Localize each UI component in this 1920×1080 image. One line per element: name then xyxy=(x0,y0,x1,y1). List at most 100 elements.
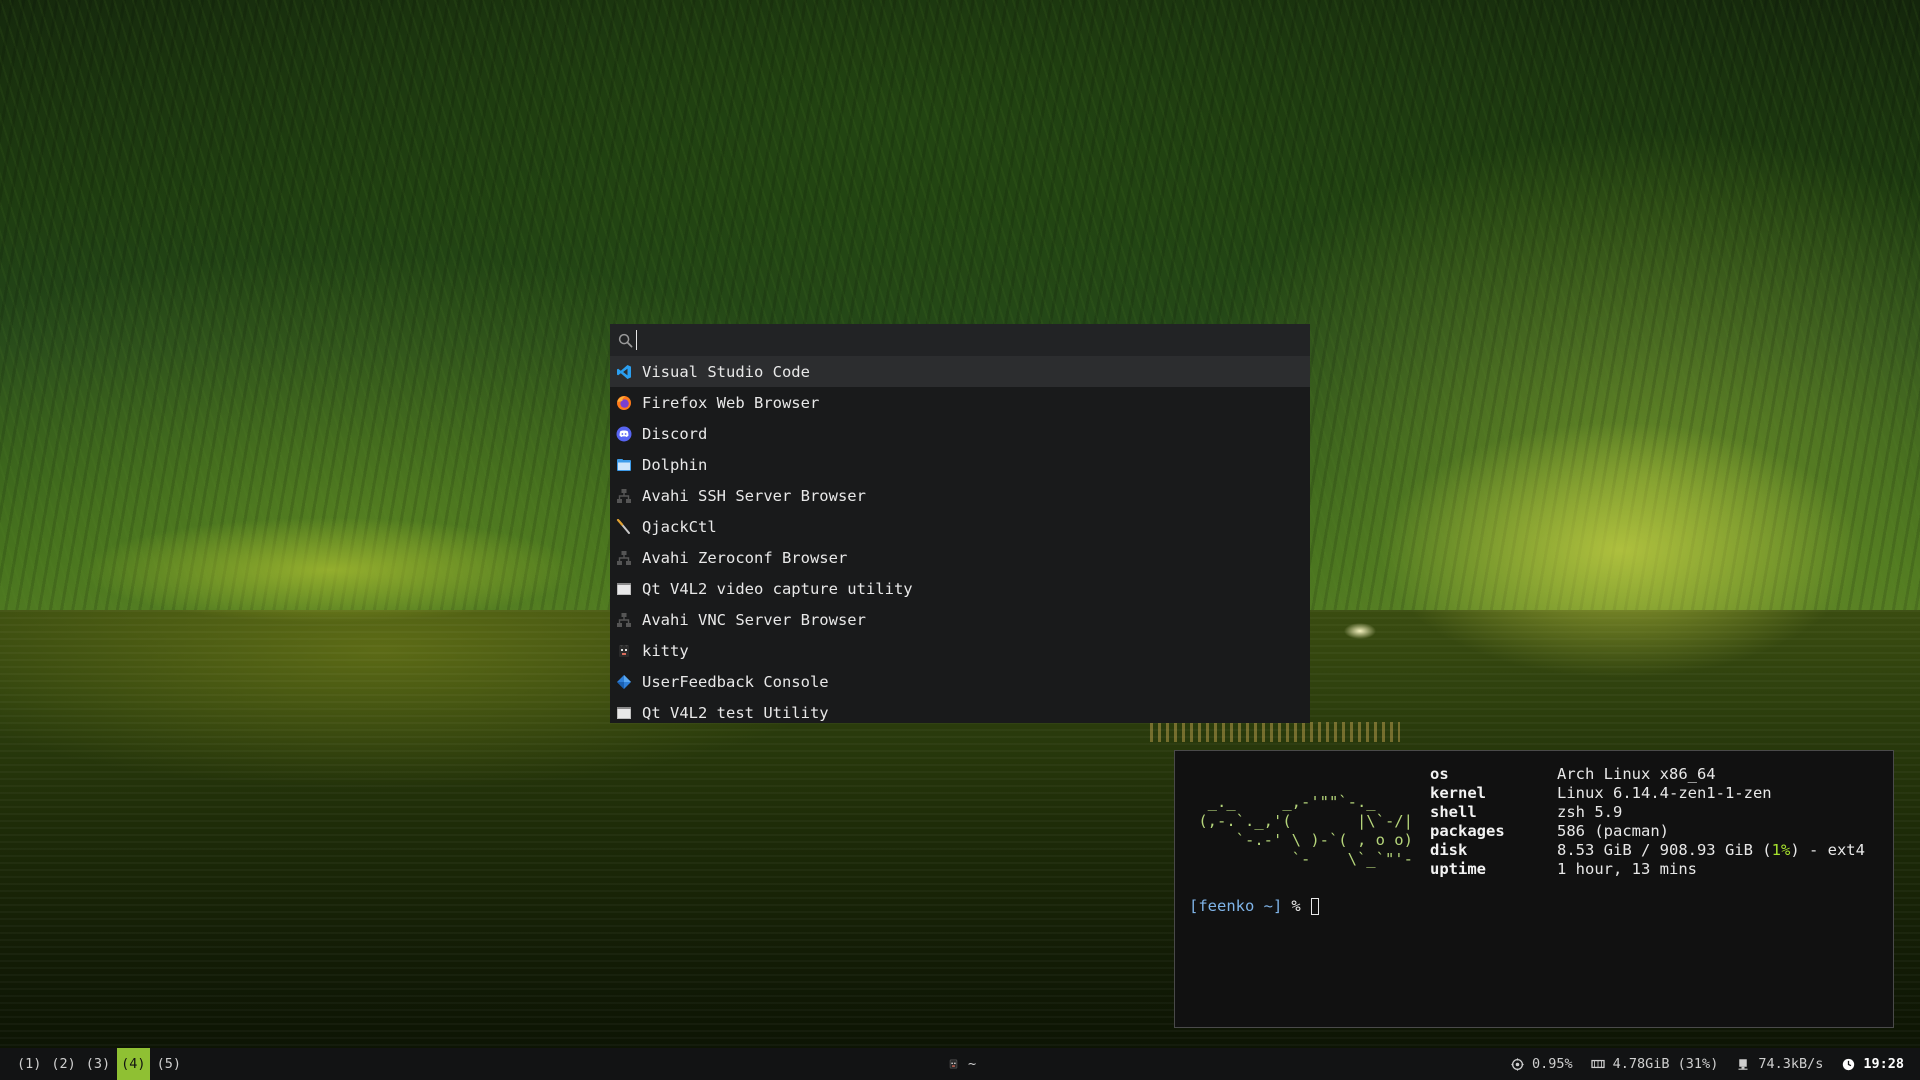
launcher-item-firefox[interactable]: Firefox Web Browser xyxy=(610,387,1310,418)
launcher-item-kitty[interactable]: kitty xyxy=(610,635,1310,666)
launcher-results-list: Visual Studio Code Firefox Web Browser D… xyxy=(610,356,1310,723)
info-row-uptime: uptime 1 hour, 13 mins xyxy=(1430,860,1865,879)
disk-fs-text: ) - ext4 xyxy=(1790,841,1865,859)
kitty-icon xyxy=(616,643,632,659)
status-bar: (1) (2) (3) (4) (5) ~ 0.95% 4.78GiB (31%… xyxy=(0,1048,1920,1080)
active-window-title: ~ xyxy=(946,1048,976,1080)
launcher-item-visual-studio-code[interactable]: Visual Studio Code xyxy=(610,356,1310,387)
userfeedback-icon xyxy=(616,674,632,690)
info-value: Arch Linux x86_64 xyxy=(1557,765,1716,783)
disk-percent: 1% xyxy=(1771,841,1791,859)
logo-line: `-.-' \ )-`( , o o) xyxy=(1189,831,1413,849)
cpu-usage: 0.95% xyxy=(1532,1056,1573,1072)
workspace-3-button[interactable]: (3) xyxy=(83,1048,113,1080)
workspace-4-button[interactable]: (4) xyxy=(117,1048,150,1080)
network-module[interactable]: 74.3kB/s xyxy=(1736,1056,1823,1072)
qjackctl-icon xyxy=(616,518,632,535)
info-row-disk: disk 8.53 GiB / 908.93 GiB (1%) - ext4 xyxy=(1430,841,1865,860)
vscode-icon xyxy=(616,364,632,380)
info-value: Linux 6.14.4-zen1-1-zen xyxy=(1557,784,1772,802)
logo-line: (,-.`._,'( |\`-/| xyxy=(1189,812,1413,830)
workspace-1-button[interactable]: (1) xyxy=(14,1048,44,1080)
system-info-block: os Arch Linux x86_64 kernel Linux 6.14.4… xyxy=(1430,765,1865,879)
memory-module[interactable]: 4.78GiB (31%) xyxy=(1591,1056,1719,1072)
info-key: shell xyxy=(1430,803,1477,821)
launcher-item-avahi-zeroconf[interactable]: Avahi Zeroconf Browser xyxy=(610,542,1310,573)
clock-time: 19:28 xyxy=(1863,1056,1904,1072)
launcher-item-label: UserFeedback Console xyxy=(642,672,829,691)
logo-line: `- \`_`"'- xyxy=(1189,850,1413,868)
app-launcher: Visual Studio Code Firefox Web Browser D… xyxy=(610,324,1310,723)
info-key: uptime xyxy=(1430,860,1486,878)
cpu-icon xyxy=(1510,1057,1524,1071)
sunlit-trees-left xyxy=(0,500,660,630)
launcher-item-label: Firefox Web Browser xyxy=(642,393,820,412)
launcher-item-qt-v4l2-test[interactable]: Qt V4L2 test Utility xyxy=(610,697,1310,723)
launcher-item-qjackctl[interactable]: QjackCtl xyxy=(610,511,1310,542)
workspace-switcher: (1) (2) (3) (4) (5) xyxy=(14,1048,188,1080)
info-key: packages xyxy=(1430,822,1505,840)
launcher-item-label: kitty xyxy=(642,641,689,660)
launcher-item-dolphin[interactable]: Dolphin xyxy=(610,449,1310,480)
info-row-packages: packages 586 (pacman) xyxy=(1430,822,1865,841)
disk-usage-text: 8.53 GiB / 908.93 GiB ( xyxy=(1557,841,1772,859)
info-key: os xyxy=(1430,765,1449,783)
ascii-cat-logo: _._ _,-'""`-._ (,-.`._,'( |\`-/| `-.-' \… xyxy=(1189,793,1413,869)
system-modules: 0.95% 4.78GiB (31%) 74.3kB/s 19:28 xyxy=(1492,1048,1904,1080)
info-value: 8.53 GiB / 908.93 GiB (1%) - ext4 xyxy=(1557,841,1865,860)
network-icon xyxy=(616,612,632,628)
clock-icon xyxy=(1841,1057,1855,1071)
discord-icon xyxy=(616,426,632,442)
launcher-item-label: Avahi SSH Server Browser xyxy=(642,486,866,505)
launcher-item-label: Avahi Zeroconf Browser xyxy=(642,548,848,567)
kitty-icon xyxy=(946,1057,960,1071)
video-window-icon xyxy=(616,581,632,597)
launcher-search-bar[interactable] xyxy=(610,324,1310,356)
launcher-item-label: Qt V4L2 video capture utility xyxy=(642,579,913,598)
info-row-shell: shell zsh 5.9 xyxy=(1430,803,1865,822)
sun-glare xyxy=(1340,620,1380,642)
info-value: 1 hour, 13 mins xyxy=(1557,860,1697,878)
network-icon xyxy=(616,488,632,504)
clock-module[interactable]: 19:28 xyxy=(1841,1056,1904,1072)
launcher-search-input[interactable] xyxy=(637,325,1310,355)
launcher-item-label: Qt V4L2 test Utility xyxy=(642,703,829,722)
search-icon xyxy=(616,331,634,349)
network-icon xyxy=(616,550,632,566)
launcher-item-qt-v4l2-capture[interactable]: Qt V4L2 video capture utility xyxy=(610,573,1310,604)
memory-icon xyxy=(1591,1057,1605,1071)
info-value: zsh 5.9 xyxy=(1557,803,1623,821)
sunlit-trees-right xyxy=(1300,380,1920,700)
launcher-item-label: Discord xyxy=(642,424,708,443)
info-row-kernel: kernel Linux 6.14.4-zen1-1-zen xyxy=(1430,784,1865,803)
info-key: kernel xyxy=(1430,784,1486,802)
cpu-module[interactable]: 0.95% xyxy=(1510,1056,1573,1072)
shell-prompt[interactable]: [feenko ~] % xyxy=(1189,897,1319,915)
workspace-2-button[interactable]: (2) xyxy=(48,1048,78,1080)
memory-usage: 4.78GiB (31%) xyxy=(1612,1056,1719,1072)
logo-line: _._ _,-'""`-._ xyxy=(1189,793,1376,811)
prompt-symbol: % xyxy=(1291,897,1301,915)
info-row-os: os Arch Linux x86_64 xyxy=(1430,765,1865,784)
launcher-item-discord[interactable]: Discord xyxy=(610,418,1310,449)
terminal-window[interactable]: _._ _,-'""`-._ (,-.`._,'( |\`-/| `-.-' \… xyxy=(1174,750,1894,1028)
launcher-item-label: QjackCtl xyxy=(642,517,717,536)
launcher-item-label: Avahi VNC Server Browser xyxy=(642,610,866,629)
network-speed: 74.3kB/s xyxy=(1758,1056,1824,1072)
video-window-icon xyxy=(616,705,632,721)
launcher-item-userfeedback-console[interactable]: UserFeedback Console xyxy=(610,666,1310,697)
firefox-icon xyxy=(616,395,632,411)
launcher-item-avahi-ssh[interactable]: Avahi SSH Server Browser xyxy=(610,480,1310,511)
prompt-user-dir: [feenko ~] xyxy=(1189,897,1283,915)
launcher-item-label: Visual Studio Code xyxy=(642,362,810,381)
workspace-5-button[interactable]: (5) xyxy=(154,1048,184,1080)
bridge xyxy=(1150,722,1400,742)
folder-icon xyxy=(616,457,632,473)
launcher-item-label: Dolphin xyxy=(642,455,708,474)
info-value: 586 (pacman) xyxy=(1557,822,1669,840)
window-title-text: ~ xyxy=(968,1056,977,1072)
launcher-item-avahi-vnc[interactable]: Avahi VNC Server Browser xyxy=(610,604,1310,635)
network-speed-icon xyxy=(1736,1057,1750,1071)
info-key: disk xyxy=(1430,841,1468,859)
terminal-cursor xyxy=(1310,897,1319,915)
